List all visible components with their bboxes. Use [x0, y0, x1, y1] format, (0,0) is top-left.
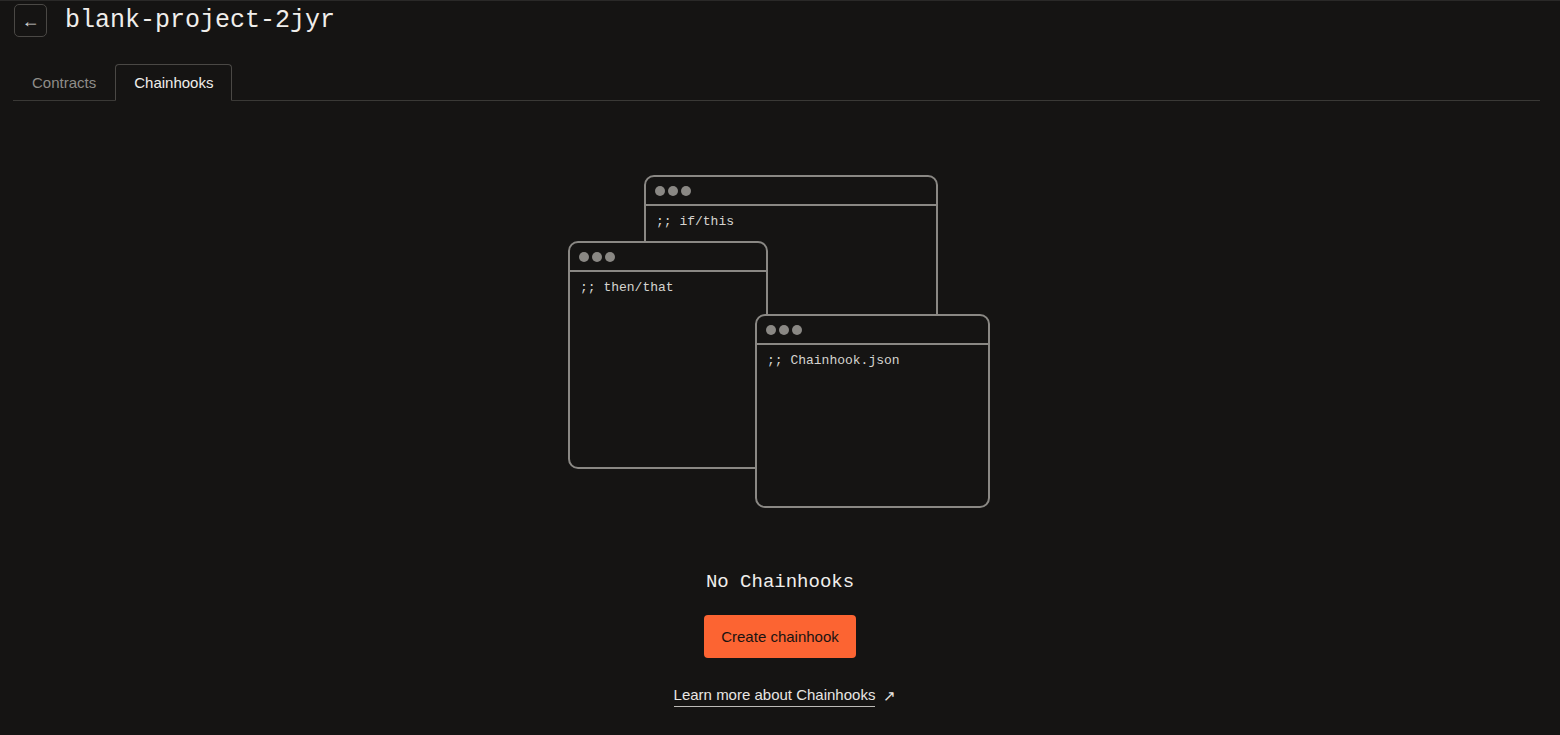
learn-more-link[interactable]: Learn more about Chainhooks ↗	[674, 687, 897, 707]
external-arrow-icon: ↗	[883, 688, 896, 707]
window-dot-icon	[655, 186, 665, 196]
window-code: ;; if/this	[646, 206, 936, 228]
window-dot-icon	[605, 252, 615, 262]
window-titlebar	[570, 243, 766, 272]
window-code: ;; then/that	[570, 272, 766, 294]
window-code: ;; Chainhook.json	[757, 345, 988, 367]
window-titlebar	[757, 316, 988, 345]
window-dot-icon	[681, 186, 691, 196]
tab-label: Chainhooks	[134, 74, 213, 91]
back-button[interactable]: ←	[14, 4, 47, 37]
create-chainhook-button[interactable]: Create chainhook	[704, 615, 856, 658]
window-dot-icon	[592, 252, 602, 262]
window-dot-icon	[766, 325, 776, 335]
chainhook-illustration: ;; if/this ;; then/that ;; Chainhook.json	[568, 175, 990, 509]
window-dot-icon	[668, 186, 678, 196]
project-title: blank-project-2jyr	[65, 8, 335, 33]
window-dot-icon	[779, 325, 789, 335]
tab-bar: Contracts Chainhooks	[13, 64, 1540, 101]
code-window: ;; then/that	[568, 241, 768, 469]
back-arrow-icon: ←	[22, 12, 40, 30]
tab[interactable]: Chainhooks	[115, 64, 232, 101]
window-dot-icon	[579, 252, 589, 262]
tab-label: Contracts	[32, 74, 96, 91]
empty-title: No Chainhooks	[706, 573, 854, 592]
empty-state: ;; if/this ;; then/that ;; Chainhook.json N…	[0, 101, 1560, 707]
link-text: Learn more about Chainhooks	[674, 687, 876, 707]
page-header: ← blank-project-2jyr	[0, 1, 1560, 39]
window-titlebar	[646, 177, 936, 206]
code-window: ;; Chainhook.json	[755, 314, 990, 508]
tab[interactable]: Contracts	[13, 64, 115, 101]
window-dot-icon	[792, 325, 802, 335]
